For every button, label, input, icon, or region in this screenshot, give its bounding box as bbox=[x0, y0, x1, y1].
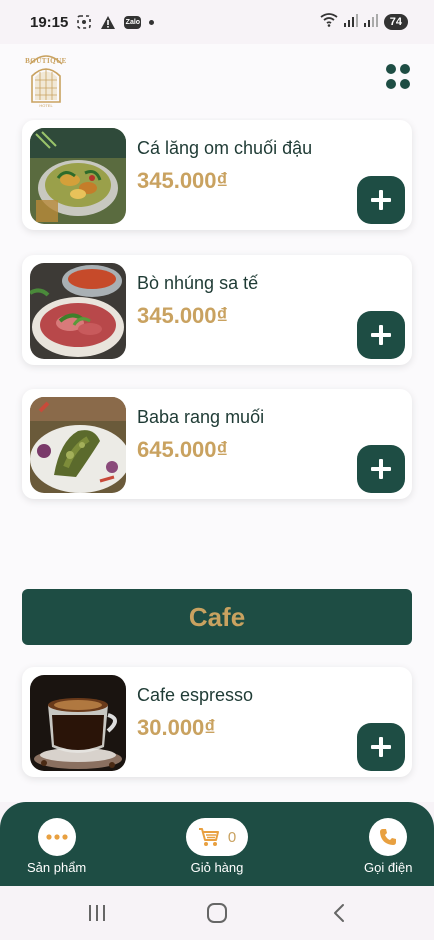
svg-text:HOTEL: HOTEL bbox=[39, 103, 53, 108]
nav-call-label: Gọi điện bbox=[364, 860, 413, 875]
warning-icon bbox=[100, 14, 116, 30]
menu-dot bbox=[400, 79, 410, 89]
product-card[interactable]: Cafe espresso 30.000₫ bbox=[22, 667, 412, 777]
header: BOUTIQUE HOTEL bbox=[0, 44, 434, 118]
status-right: 74 bbox=[320, 12, 408, 32]
nav-products[interactable]: Sản phẩm bbox=[27, 818, 86, 875]
salted-turtle-dish-image bbox=[30, 397, 126, 493]
nav-cart-label: Giỏ hàng bbox=[190, 860, 244, 875]
back-icon[interactable] bbox=[326, 900, 352, 926]
system-nav-bar bbox=[0, 886, 434, 940]
screenshot-icon bbox=[76, 14, 92, 30]
product-name: Bò nhúng sa tế bbox=[137, 273, 259, 293]
cart-button[interactable]: 0 bbox=[186, 818, 248, 856]
product-price: 30.000₫ bbox=[137, 715, 216, 740]
home-icon[interactable] bbox=[204, 900, 230, 926]
nav-call[interactable]: Gọi điện bbox=[364, 818, 412, 875]
product-name: Cafe espresso bbox=[137, 685, 254, 705]
section-title: Cafe bbox=[188, 601, 246, 632]
menu-dot bbox=[386, 79, 396, 89]
espresso-cup-image bbox=[30, 675, 126, 771]
grid-dots-icon[interactable] bbox=[386, 64, 412, 90]
menu-dot bbox=[386, 64, 396, 74]
add-to-cart-button[interactable] bbox=[357, 723, 405, 771]
product-card[interactable]: Bò nhúng sa tế 345.000₫ bbox=[22, 255, 412, 365]
plus-icon bbox=[371, 459, 391, 479]
add-to-cart-button[interactable] bbox=[357, 311, 405, 359]
product-name: Baba rang muối bbox=[137, 407, 265, 427]
wifi-icon bbox=[320, 12, 338, 32]
product-price: 645.000₫ bbox=[137, 437, 228, 462]
product-card[interactable]: Cá lăng om chuối đậu 345.000₫ bbox=[22, 120, 412, 230]
add-to-cart-button[interactable] bbox=[357, 445, 405, 493]
product-list[interactable]: Cá lăng om chuối đậu 345.000₫ Bò nhúng s… bbox=[0, 118, 434, 802]
svg-text:BOUTIQUE: BOUTIQUE bbox=[25, 57, 67, 65]
signal-icon bbox=[363, 13, 378, 32]
product-price: 345.000₫ bbox=[137, 168, 228, 193]
nav-cart[interactable]: 0 Giỏ hàng bbox=[186, 818, 248, 875]
plus-icon bbox=[371, 325, 391, 345]
cart-count: 0 bbox=[227, 828, 237, 846]
product-card[interactable]: Baba rang muối 645.000₫ bbox=[22, 389, 412, 499]
cart-icon bbox=[198, 828, 219, 846]
beef-hotpot-dish-image bbox=[30, 263, 126, 359]
product-price: 345.000₫ bbox=[137, 303, 228, 328]
status-bar: 19:15 Zalo 74 bbox=[0, 0, 434, 44]
add-to-cart-button[interactable] bbox=[357, 176, 405, 224]
bottom-nav: Sản phẩm 0 Giỏ hàng Gọi điện bbox=[0, 802, 434, 886]
phone-icon[interactable] bbox=[369, 818, 408, 856]
signal-icon bbox=[343, 13, 358, 32]
notification-dot bbox=[149, 19, 155, 25]
hotel-logo[interactable]: BOUTIQUE HOTEL bbox=[22, 50, 70, 108]
status-time: 19:15 bbox=[30, 13, 69, 31]
nav-products-label: Sản phẩm bbox=[27, 860, 87, 875]
zalo-icon: Zalo bbox=[124, 15, 142, 29]
battery-icon: 74 bbox=[383, 14, 408, 30]
product-name: Cá lăng om chuối đậu bbox=[137, 138, 313, 158]
more-dots-icon[interactable] bbox=[37, 818, 76, 856]
recent-apps-icon[interactable] bbox=[84, 900, 110, 926]
plus-icon bbox=[371, 737, 391, 757]
fish-stew-dish-image bbox=[30, 128, 126, 224]
plus-icon bbox=[371, 190, 391, 210]
category-cafe-button[interactable]: Cafe bbox=[22, 589, 412, 645]
menu-dot bbox=[400, 64, 410, 74]
status-left: 19:15 Zalo bbox=[30, 13, 155, 31]
